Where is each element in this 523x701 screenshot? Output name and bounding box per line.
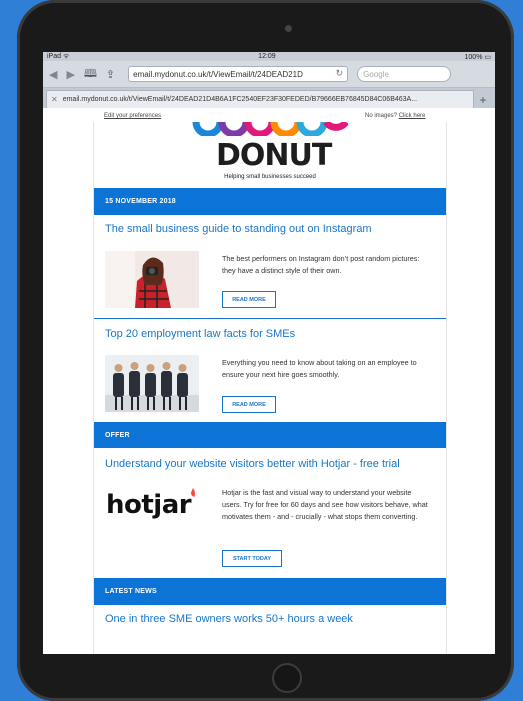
url-bar[interactable]: email.mydonut.co.uk/t/ViewEmail/t/24DEAD… <box>128 66 349 82</box>
article2-description: Everything you need to know about taking… <box>222 358 417 379</box>
screen: iPad ᯤ 12:09 100% ▭ ◀ ▶ 🕮 ⇪ email.mydonu… <box>43 52 495 654</box>
home-button[interactable] <box>272 663 302 693</box>
article2-read-more-button[interactable]: READ MORE <box>222 396 276 413</box>
hotjar-logo-text: hotjar <box>106 490 192 520</box>
divider <box>94 318 446 319</box>
article1-title[interactable]: The small business guide to standing out… <box>105 223 372 235</box>
tab-email[interactable]: ✕ email.mydonut.co.uk/t/ViewEmail/t/24DE… <box>46 90 474 108</box>
url-text: email.mydonut.co.uk/t/ViewEmail/t/24DEAD… <box>133 69 303 79</box>
new-tab-button[interactable]: + <box>474 91 492 108</box>
status-battery: 100% ▭ <box>464 53 491 61</box>
date-bar: 15 NOVEMBER 2018 <box>94 188 446 215</box>
bookmarks-icon[interactable]: 🕮 <box>84 65 97 84</box>
article1-read-more-button[interactable]: READ MORE <box>222 291 276 308</box>
share-icon[interactable]: ⇪ <box>106 68 115 81</box>
forward-icon[interactable]: ▶ <box>66 68 74 81</box>
tab-title: email.mydonut.co.uk/t/ViewEmail/t/24DEAD… <box>62 96 418 103</box>
search-placeholder: Google <box>363 69 389 79</box>
email-page: Edit your preferences No images? Click h… <box>43 108 495 654</box>
start-today-button[interactable]: START TODAY <box>222 550 282 567</box>
news-title[interactable]: One in three SME owners works 50+ hours … <box>105 613 353 625</box>
offer-bar: OFFER <box>94 422 446 448</box>
donut-logo-arcs <box>192 122 348 136</box>
hotjar-logo[interactable]: hotjar <box>106 488 195 520</box>
reload-icon[interactable]: ↻ <box>336 68 344 79</box>
article2-title[interactable]: Top 20 employment law facts for SMEs <box>105 328 295 340</box>
status-bar: iPad ᯤ 12:09 100% ▭ <box>43 52 495 61</box>
tab-strip: ✕ email.mydonut.co.uk/t/ViewEmail/t/24DE… <box>43 88 495 109</box>
flame-icon <box>191 488 195 497</box>
close-tab-icon[interactable]: ✕ <box>51 95 58 104</box>
latest-news-bar: LATEST NEWS <box>94 578 446 605</box>
back-icon[interactable]: ◀ <box>49 68 57 81</box>
status-time: 12:09 <box>258 53 276 60</box>
logo-tagline: Helping small businesses succeed <box>224 174 316 180</box>
no-images-notice: No images? Click here <box>365 113 425 119</box>
click-here-link[interactable]: Click here <box>399 113 426 119</box>
no-images-label: No images? <box>365 113 398 119</box>
camera <box>285 25 292 32</box>
status-carrier: iPad ᯤ <box>47 53 70 60</box>
search-input[interactable]: Google <box>357 66 452 82</box>
article1-description: The best performers on Instagram don’t p… <box>222 254 420 275</box>
edit-preferences-link[interactable]: Edit your preferences <box>104 113 161 119</box>
browser-toolbar: ◀ ▶ 🕮 ⇪ email.mydonut.co.uk/t/ViewEmail/… <box>43 61 495 88</box>
article1-image[interactable] <box>105 251 199 308</box>
donut-logo: DONUT <box>216 138 332 173</box>
article2-image[interactable] <box>105 355 199 412</box>
email-body: DONUT Helping small businesses succeed 1… <box>93 122 447 654</box>
offer-description: Hotjar is the fast and visual way to und… <box>222 488 428 521</box>
offer-title[interactable]: Understand your website visitors better … <box>105 458 400 470</box>
